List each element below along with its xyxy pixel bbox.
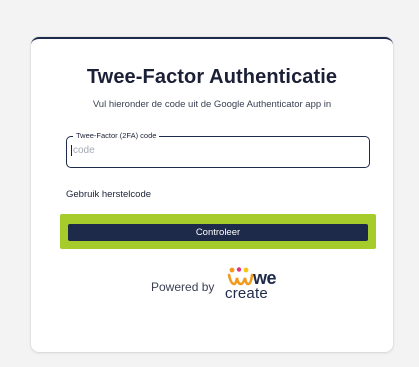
wecreate-logo-icon (227, 267, 254, 286)
verify-button[interactable]: Controleer (68, 224, 368, 241)
login-card: Twee-Factor Authenticatie Vul hieronder … (31, 37, 393, 352)
use-recovery-code-link[interactable]: Gebruik herstelcode (66, 189, 151, 200)
powered-by-text: Powered by (151, 280, 215, 294)
logo-create-text: create (225, 285, 268, 302)
twofa-code-input[interactable] (71, 145, 353, 156)
wecreate-logo: we create (225, 267, 291, 309)
page-subtitle: Vul hieronder de code uit de Google Auth… (92, 99, 332, 110)
twofa-code-label: Twee-Factor (2FA) code (73, 131, 160, 141)
page-title: Twee-Factor Authenticatie (86, 66, 338, 88)
twofa-code-field[interactable]: Twee-Factor (2FA) code (66, 131, 370, 168)
